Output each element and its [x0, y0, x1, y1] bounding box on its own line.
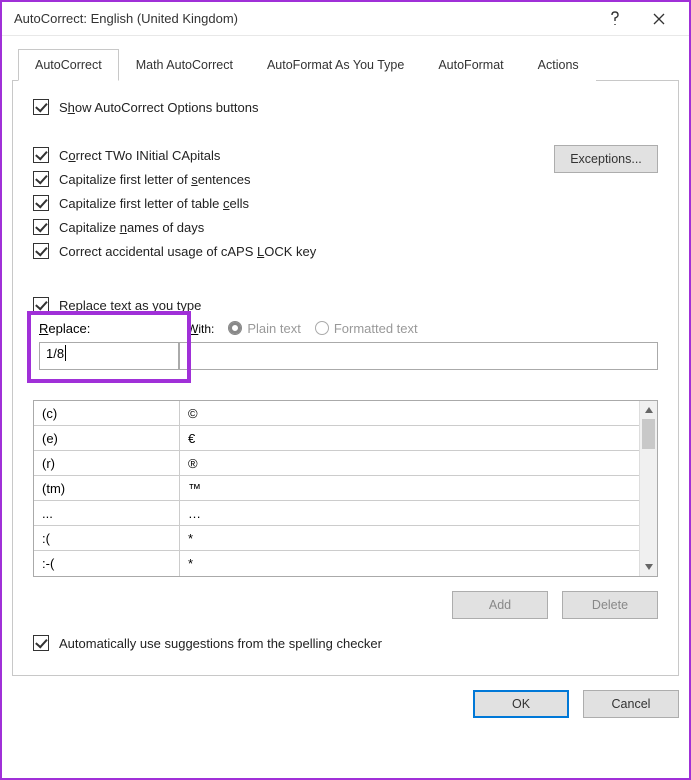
list-scrollbar[interactable] — [639, 401, 657, 576]
label-days: Capitalize names of days — [59, 220, 204, 235]
list-row[interactable]: (c)© — [34, 401, 639, 426]
delete-button[interactable]: Delete — [562, 591, 658, 619]
checkbox-replace-type[interactable] — [33, 297, 49, 313]
add-button[interactable]: Add — [452, 591, 548, 619]
help-button[interactable] — [593, 4, 637, 34]
checkbox-show-options[interactable] — [33, 99, 49, 115]
replace-input[interactable]: 1/8 — [39, 342, 179, 370]
tab-autoformat-type[interactable]: AutoFormat As You Type — [250, 49, 421, 81]
tab-math-autocorrect[interactable]: Math AutoCorrect — [119, 49, 250, 81]
label-capslock: Correct accidental usage of cAPS LOCK ke… — [59, 244, 316, 259]
label-first-table: Capitalize first letter of table cells — [59, 196, 249, 211]
label-auto-suggest: Automatically use suggestions from the s… — [59, 636, 382, 651]
label-show-options: Show AutoCorrect Options buttons — [59, 100, 258, 115]
label-first-sentence: Capitalize first letter of sentences — [59, 172, 250, 187]
label-replace-type: Replace text as you type — [59, 298, 201, 313]
tab-autocorrect[interactable]: AutoCorrect — [18, 49, 119, 81]
cancel-button[interactable]: Cancel — [583, 690, 679, 718]
with-input[interactable] — [179, 342, 658, 370]
with-label: With: — [187, 322, 214, 336]
scroll-up-icon[interactable] — [640, 401, 657, 419]
tabstrip: AutoCorrect Math AutoCorrect AutoFormat … — [12, 48, 679, 81]
checkbox-two-initial[interactable] — [33, 147, 49, 163]
checkbox-first-sentence[interactable] — [33, 171, 49, 187]
scroll-thumb[interactable] — [642, 419, 655, 449]
exceptions-button[interactable]: Exceptions... — [554, 145, 658, 173]
checkbox-auto-suggest[interactable] — [33, 635, 49, 651]
dialog-title: AutoCorrect: English (United Kingdom) — [14, 11, 593, 26]
list-row[interactable]: (tm)™ — [34, 476, 639, 501]
close-button[interactable] — [637, 4, 681, 34]
ok-button[interactable]: OK — [473, 690, 569, 718]
radio-plain-text: Plain text — [228, 321, 300, 336]
tab-autoformat[interactable]: AutoFormat — [421, 49, 520, 81]
replace-label: Replace: — [39, 321, 179, 336]
scroll-down-icon[interactable] — [640, 558, 657, 576]
checkbox-first-table[interactable] — [33, 195, 49, 211]
list-row[interactable]: ...… — [34, 501, 639, 526]
tab-actions[interactable]: Actions — [521, 49, 596, 81]
list-row[interactable]: :-(* — [34, 551, 639, 576]
list-row[interactable]: :(* — [34, 526, 639, 551]
list-row[interactable]: (e)€ — [34, 426, 639, 451]
autocorrect-list[interactable]: (c)© (e)€ (r)® (tm)™ ...… :(* :-(* — [33, 400, 658, 577]
label-two-initial: Correct TWo INitial CApitals — [59, 148, 220, 163]
checkbox-capslock[interactable] — [33, 243, 49, 259]
radio-formatted-text: Formatted text — [315, 321, 418, 336]
checkbox-days[interactable] — [33, 219, 49, 235]
list-row[interactable]: (r)® — [34, 451, 639, 476]
